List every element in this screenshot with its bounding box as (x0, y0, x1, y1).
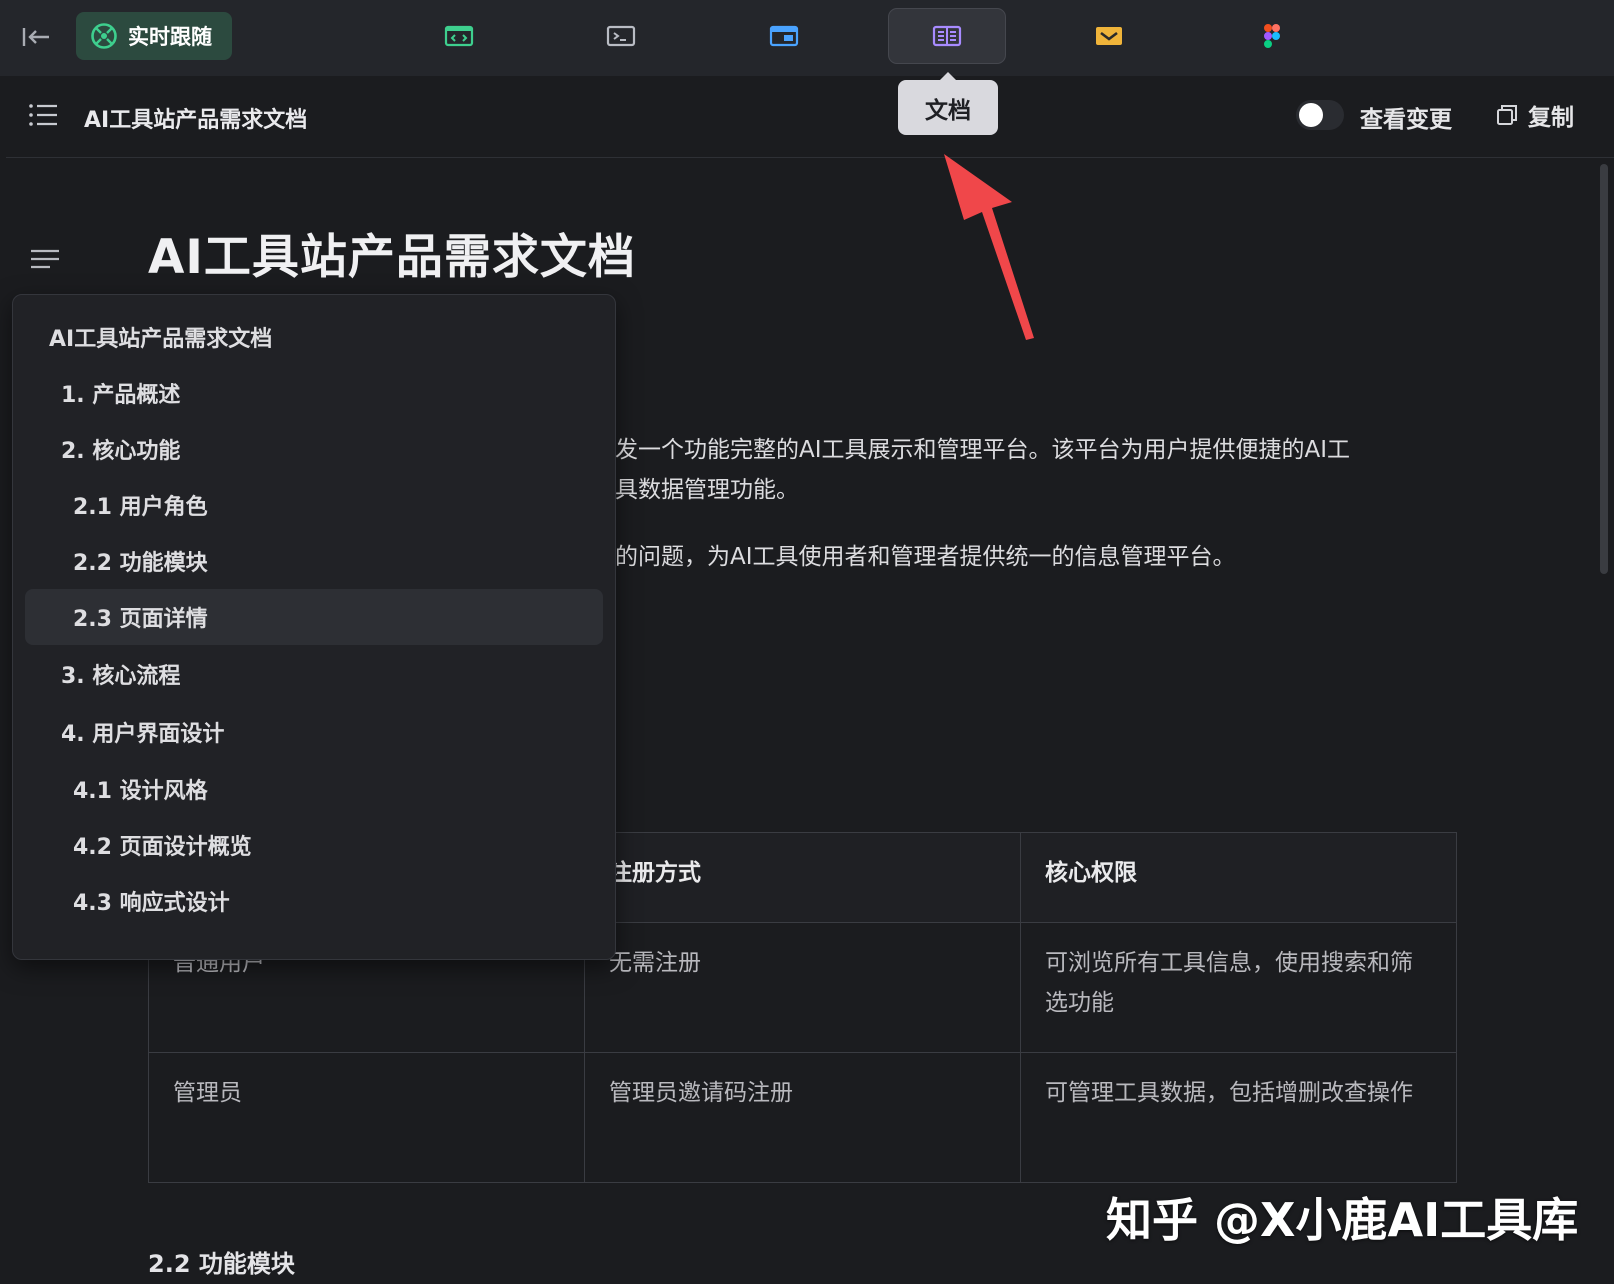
tab-document[interactable] (888, 8, 1006, 64)
tooltip-text: 文档 (925, 97, 971, 124)
table-cell: 可管理工具数据，包括增删改查操作 (1020, 1052, 1457, 1183)
section-heading: 2.2 功能模块 (148, 1250, 295, 1278)
inbox-icon (1096, 27, 1122, 45)
column-header: 核心权限 (1020, 832, 1457, 923)
toc-item[interactable]: 4.1 设计风格 (25, 761, 603, 817)
toc-item[interactable]: 4. 用户界面设计 (25, 703, 603, 761)
copy-button[interactable]: 复制 (1496, 98, 1574, 132)
browser-window-icon (769, 25, 799, 47)
top-tab-bar: 实时跟随 (0, 0, 1614, 76)
outline-menu-button[interactable] (28, 102, 58, 132)
copy-label: 复制 (1528, 105, 1574, 131)
collapse-left-icon (22, 28, 49, 46)
view-changes-toggle[interactable] (1296, 100, 1344, 130)
table-row: 管理员 管理员邀请码注册 可管理工具数据，包括增删改查操作 (148, 1052, 1457, 1183)
table-cell: 管理员 (148, 1052, 585, 1183)
live-follow-button[interactable]: 实时跟随 (76, 12, 232, 60)
tab-figma[interactable] (1213, 8, 1331, 64)
table-cell: 管理员邀请码注册 (584, 1052, 1021, 1183)
toc-item[interactable]: 2.2 功能模块 (25, 533, 603, 589)
intro-line-1: 发一个功能完整的AI工具展示和管理平台。该平台为用户提供便捷的AI工 (615, 437, 1351, 463)
toc-item[interactable]: 2.1 用户角色 (25, 477, 603, 533)
document-name: AI工具站产品需求文档 (84, 108, 308, 133)
toc-item[interactable]: 3. 核心流程 (25, 645, 603, 703)
copy-icon (1497, 105, 1517, 125)
toc-lines-icon (31, 249, 59, 269)
document-tab-tooltip: 文档 (898, 72, 998, 135)
column-header: 注册方式 (584, 832, 1021, 923)
toc-item[interactable]: 4.2 页面设计概览 (25, 817, 603, 873)
intro-line-2: 具数据管理功能。 (615, 477, 799, 503)
document-header: AI工具站产品需求文档 查看变更 复制 (6, 76, 1614, 158)
vertical-scrollbar[interactable] (1600, 164, 1608, 574)
annotation-arrow-icon (944, 154, 1034, 340)
figma-icon (1264, 24, 1280, 48)
tab-browser[interactable] (725, 8, 843, 64)
toc-toggle-button[interactable] (30, 248, 60, 274)
tab-inbox[interactable] (1050, 8, 1168, 64)
toc-item[interactable]: 4.3 响应式设计 (25, 873, 603, 929)
table-cell: 可浏览所有工具信息，使用搜索和筛选功能 (1020, 922, 1457, 1053)
tab-terminal[interactable] (562, 8, 680, 64)
watermark: 知乎 @X小鹿AI工具库 (1106, 1193, 1579, 1247)
goal-line: 的问题，为AI工具使用者和管理者提供统一的信息管理平台。 (615, 544, 1236, 570)
view-changes-label: 查看变更 (1360, 107, 1452, 133)
toggle-knob (1299, 103, 1323, 127)
collapse-sidebar-button[interactable] (18, 20, 54, 54)
code-window-icon (444, 25, 474, 47)
live-follow-icon (91, 23, 117, 49)
page-title: AI工具站产品需求文档 (148, 230, 636, 285)
toc-item[interactable]: 2. 核心功能 (25, 421, 603, 477)
tab-code-editor[interactable] (400, 8, 518, 64)
table-cell: 无需注册 (584, 922, 1021, 1053)
live-follow-label: 实时跟随 (128, 25, 212, 49)
document-icon (932, 25, 962, 47)
terminal-icon (606, 25, 636, 47)
table-of-contents-panel: AI工具站产品需求文档 1. 产品概述 2. 核心功能 2.1 用户角色 2.2… (12, 294, 616, 960)
toc-item-active[interactable]: 2.3 页面详情 (25, 589, 603, 645)
list-menu-icon (29, 104, 57, 126)
toc-item[interactable]: AI工具站产品需求文档 (25, 309, 603, 365)
toc-item[interactable]: 1. 产品概述 (25, 365, 603, 421)
